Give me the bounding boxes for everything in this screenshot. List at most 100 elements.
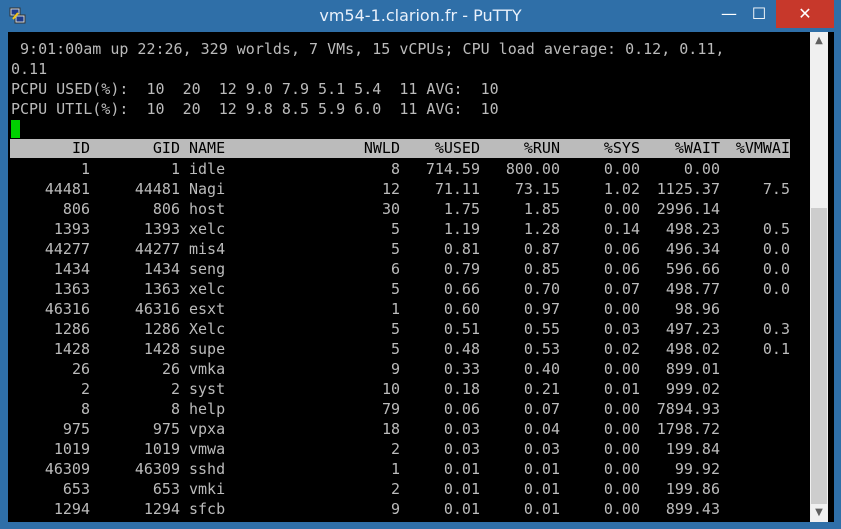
title-bar[interactable]: vm54-1.clarion.fr - PuTTY — ☐ ✕ <box>0 0 841 32</box>
cell-gid: 1363 <box>143 280 180 298</box>
vertical-scrollbar[interactable]: ▲ ▼ <box>810 32 828 522</box>
cell-vmwait <box>720 419 790 439</box>
cell-used: 0.33 <box>443 360 480 378</box>
table-row: 1019 1019 vmwa 2 0.03 0.03 0.00 199.84 <box>10 439 790 459</box>
cell-vmwait <box>720 459 790 479</box>
cell-nwld: 1 <box>390 300 400 318</box>
scroll-up-icon[interactable]: ▲ <box>810 32 828 50</box>
cell-gid: 1019 <box>143 440 180 458</box>
cell-id: 653 <box>62 480 90 498</box>
table-row: 44481 44481 Nagi 12 71.11 73.15 1.02 1125.37 7.5 <box>10 179 790 199</box>
cell-run: 0.85 <box>523 260 560 278</box>
cell-vmwait <box>720 479 790 499</box>
cell-run: 800.00 <box>505 160 560 178</box>
terminal-screen[interactable]: 9:01:00am up 22:26, 329 worlds, 7 VMs, 1… <box>8 32 810 522</box>
header-id: ID <box>71 139 90 157</box>
cell-id: 44481 <box>44 180 90 198</box>
table-row: 26 26 vmka 9 0.33 0.40 0.00 899.01 <box>10 359 790 379</box>
table-row: 1363 1363 xelc 5 0.66 0.70 0.07 498.77 0.0 <box>10 279 790 299</box>
table-header: ID GID NAME NWLD %USED %RUN %SYS %WAIT %… <box>10 139 790 158</box>
cell-run: 0.01 <box>523 460 560 478</box>
cell-used: 0.51 <box>443 320 480 338</box>
cell-used: 0.79 <box>443 260 480 278</box>
pcpu-util-line: PCPU UTIL(%): 10 20 12 9.8 8.5 5.9 6.0 1… <box>11 100 499 118</box>
cell-run: 0.87 <box>523 240 560 258</box>
scroll-thumb[interactable] <box>811 208 827 504</box>
cell-name: xelc <box>189 280 226 298</box>
cell-vmwait: 0.0 <box>762 280 790 298</box>
cell-sys: 0.00 <box>603 160 640 178</box>
table-row: 1294 1294 sfcb 9 0.01 0.01 0.00 899.43 <box>10 499 790 519</box>
cell-wait: 7894.93 <box>656 400 720 418</box>
table-row: 1286 1286 Xelc 5 0.51 0.55 0.03 497.23 0.3 <box>10 319 790 339</box>
cell-name: syst <box>189 380 226 398</box>
cell-wait: 498.77 <box>665 280 720 298</box>
minimize-button[interactable]: — <box>716 0 742 28</box>
cell-name: mis4 <box>189 240 226 258</box>
cell-gid: 1428 <box>143 340 180 358</box>
cell-vmwait <box>720 499 790 519</box>
cell-id: 1294 <box>53 500 90 518</box>
table-row: 8 8 help 79 0.06 0.07 0.00 7894.93 <box>10 399 790 419</box>
cell-wait: 99.92 <box>674 460 720 478</box>
cell-sys: 0.00 <box>603 440 640 458</box>
cell-wait: 999.02 <box>665 380 720 398</box>
cell-sys: 0.00 <box>603 360 640 378</box>
cell-nwld: 5 <box>390 220 400 238</box>
cell-sys: 0.02 <box>603 340 640 358</box>
cell-gid: 26 <box>161 360 180 378</box>
cell-gid: 1434 <box>143 260 180 278</box>
cell-used: 0.60 <box>443 300 480 318</box>
cell-run: 0.01 <box>523 500 560 518</box>
cell-gid: 806 <box>152 200 180 218</box>
table-row: 975 975 vpxa 18 0.03 0.04 0.00 1798.72 <box>10 419 790 439</box>
cell-used: 0.03 <box>443 420 480 438</box>
cell-wait: 498.23 <box>665 220 720 238</box>
cell-vmwait <box>720 439 790 459</box>
cell-id: 46309 <box>44 460 90 478</box>
cell-name: Xelc <box>189 320 226 338</box>
cell-id: 44277 <box>44 240 90 258</box>
scroll-down-icon[interactable]: ▼ <box>810 504 828 522</box>
cell-gid: 975 <box>152 420 180 438</box>
cell-run: 0.07 <box>523 400 560 418</box>
cell-used: 0.81 <box>443 240 480 258</box>
cell-id: 1363 <box>53 280 90 298</box>
cell-gid: 1286 <box>143 320 180 338</box>
cell-sys: 0.00 <box>603 400 640 418</box>
header-name: NAME <box>189 139 226 157</box>
table-row: 46316 46316 esxt 1 0.60 0.97 0.00 98.96 <box>10 299 790 319</box>
cell-vmwait <box>720 399 790 419</box>
cell-gid: 1 <box>170 160 180 178</box>
cell-nwld: 1 <box>390 460 400 478</box>
close-button[interactable]: ✕ <box>776 0 834 28</box>
header-nwld: NWLD <box>363 139 400 157</box>
cell-used: 714.59 <box>425 160 480 178</box>
cell-run: 0.70 <box>523 280 560 298</box>
cell-id: 1019 <box>53 440 90 458</box>
cell-run: 0.40 <box>523 360 560 378</box>
cell-used: 1.75 <box>443 200 480 218</box>
cell-gid: 2 <box>170 380 180 398</box>
maximize-button[interactable]: ☐ <box>746 0 772 28</box>
cell-gid: 46316 <box>134 300 180 318</box>
cell-used: 0.18 <box>443 380 480 398</box>
cell-used: 0.06 <box>443 400 480 418</box>
cell-sys: 0.00 <box>603 460 640 478</box>
table-row: 1434 1434 seng 6 0.79 0.85 0.06 596.66 0.0 <box>10 259 790 279</box>
cell-vmwait <box>720 299 790 319</box>
cell-vmwait: 7.5 <box>762 180 790 198</box>
cell-name: idle <box>189 160 226 178</box>
cell-gid: 1294 <box>143 500 180 518</box>
table-row: 653 653 vmki 2 0.01 0.01 0.00 199.86 <box>10 479 790 499</box>
cell-vmwait <box>720 379 790 399</box>
cell-gid: 44277 <box>134 240 180 258</box>
cell-nwld: 5 <box>390 320 400 338</box>
cell-name: host <box>189 200 226 218</box>
cell-vmwait <box>720 159 790 179</box>
cell-run: 0.01 <box>523 480 560 498</box>
cell-name: sfcb <box>189 500 226 518</box>
terminal-cursor <box>11 120 20 138</box>
status-line-1: 9:01:00am up 22:26, 329 worlds, 7 VMs, 1… <box>11 40 725 58</box>
cell-id: 8 <box>80 400 90 418</box>
